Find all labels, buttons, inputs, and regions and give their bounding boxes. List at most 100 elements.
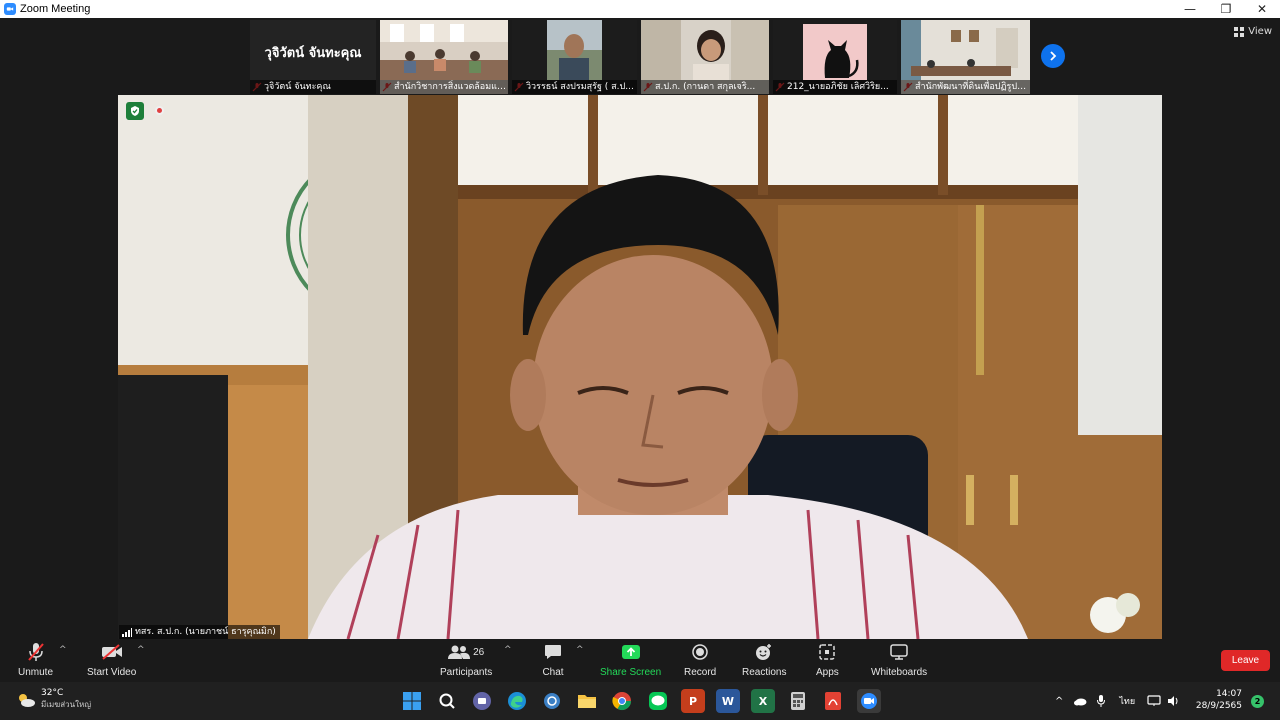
weather-widget[interactable]: 32°C มีเมฆส่วนใหญ่ (16, 688, 91, 711)
window-title: Zoom Meeting (20, 3, 91, 15)
view-button[interactable]: View (1234, 26, 1272, 37)
chat-caret-icon[interactable]: ^ (576, 645, 584, 655)
close-button[interactable]: ✕ (1244, 0, 1280, 18)
start-video-button[interactable]: Start Video (87, 641, 136, 678)
chat-label: Chat (542, 667, 564, 678)
window-titlebar: Zoom Meeting — ❐ ✕ (0, 0, 1280, 18)
pdf-reader-icon (825, 692, 841, 710)
participant-name: วิวรรธน์ สงปรมสุรัฐ ( ส.ป... (512, 80, 637, 94)
windows-taskbar: 32°C มีเมฆส่วนใหญ่ P W X ^ ไทย 14:07 28/… (0, 682, 1280, 720)
reactions-label: Reactions (742, 667, 787, 678)
video-options-caret-icon[interactable]: ^ (137, 645, 145, 655)
show-hidden-icons-caret-icon[interactable]: ^ (1055, 696, 1063, 707)
onedrive-cloud-icon[interactable] (1073, 696, 1087, 706)
participant-name: วุจิวัตน์ จันทะคุณ (250, 80, 376, 94)
edge-browser-icon (508, 692, 526, 710)
line-messenger-icon (649, 692, 667, 710)
leave-meeting-button[interactable]: Leave (1221, 650, 1270, 671)
meeting-toolbar: Unmute ^ Start Video ^ 26 Participants ^… (0, 639, 1280, 682)
participant-thumbnail[interactable]: วุจิวัตน์ จันทะคุณ วุจิวัตน์ จันทะคุณ (250, 20, 376, 94)
file-explorer-taskbar-button[interactable] (575, 689, 599, 713)
excel-taskbar-button[interactable]: X (751, 689, 775, 713)
whiteboards-button[interactable]: Whiteboards (871, 641, 927, 678)
microphone-icon[interactable] (1097, 695, 1106, 707)
participant-thumbnail[interactable]: ส.ป.ก. (กานดา สกุลเจริ... (641, 20, 769, 94)
view-label: View (1248, 26, 1272, 37)
participants-label: Participants (440, 667, 493, 678)
start-video-label: Start Video (87, 667, 137, 678)
line-taskbar-button[interactable] (646, 689, 670, 713)
speaker-video-frame (118, 95, 1162, 639)
chrome-browser-icon (612, 692, 631, 711)
word-taskbar-button[interactable]: W (716, 689, 740, 713)
participants-count: 26 (473, 646, 485, 658)
share-screen-icon (620, 641, 642, 663)
apps-label: Apps (816, 667, 839, 678)
chat-bubble-icon (542, 641, 564, 663)
speaker-name-text: ทสร. ส.ป.ก. (นายภาชน์ ธารุคุณมิก) (135, 627, 276, 637)
encryption-shield-icon[interactable] (126, 102, 144, 120)
participants-button[interactable]: 26 Participants (440, 641, 492, 678)
record-icon (689, 641, 711, 663)
volume-speaker-icon[interactable] (1167, 695, 1179, 707)
chevron-right-icon (1050, 51, 1057, 61)
zoom-taskbar-button[interactable] (857, 689, 881, 713)
participant-name: สำนักวิชาการสิ่งแวดล้อมและ (ส... (380, 80, 508, 94)
folder-icon (578, 695, 596, 708)
reactions-button[interactable]: Reactions (742, 641, 786, 678)
minimize-button[interactable]: — (1172, 0, 1208, 18)
recording-indicator-icon (155, 106, 164, 115)
participant-name: 212_นายอภิชัย เลิศวิริย... (773, 80, 897, 94)
signal-strength-icon (122, 628, 132, 637)
search-icon (439, 693, 455, 709)
input-language[interactable]: ไทย (1119, 694, 1135, 708)
zoom-app-taskbar-icon (861, 693, 877, 709)
participants-icon (448, 645, 471, 659)
participant-big-name: วุจิวัตน์ จันทะคุณ (264, 46, 362, 61)
audio-options-caret-icon[interactable]: ^ (59, 645, 67, 655)
teams-chat-taskbar-button[interactable] (470, 689, 494, 713)
powerpoint-taskbar-button[interactable]: P (681, 689, 705, 713)
clock-date: 28/9/2565 (1195, 701, 1242, 711)
acrobat-taskbar-button[interactable] (821, 689, 845, 713)
whiteboard-icon (888, 641, 910, 663)
zoom-app-icon (4, 3, 16, 15)
participant-thumbnail[interactable]: สำนักพัฒนาที่ดินเพื่อปฏิรูปที่... (901, 20, 1030, 94)
search-button[interactable] (435, 689, 459, 713)
participant-thumbnail[interactable]: วิวรรธน์ สงปรมสุรัฐ ( ส.ป... (512, 20, 637, 94)
chrome-taskbar-button[interactable] (610, 689, 634, 713)
maximize-button[interactable]: ❐ (1208, 0, 1244, 18)
network-monitor-icon[interactable] (1147, 695, 1161, 707)
record-button[interactable]: Record (684, 641, 716, 678)
unmute-label: Unmute (18, 667, 54, 678)
globe-settings-icon (544, 693, 560, 709)
temperature: 32°C (41, 688, 64, 698)
system-clock[interactable]: 14:07 28/9/2565 (1196, 688, 1242, 712)
system-tray: ^ ไทย (1055, 682, 1179, 720)
calculator-icon (791, 692, 805, 710)
edge-taskbar-button[interactable] (505, 689, 529, 713)
active-speaker-name: ทสร. ส.ป.ก. (นายภาชน์ ธารุคุณมิก) (119, 625, 280, 639)
teams-chat-icon (473, 692, 491, 710)
windows-logo-icon (403, 692, 421, 710)
share-screen-button[interactable]: Share Screen (600, 641, 661, 678)
weather-description: มีเมฆส่วนใหญ่ (41, 700, 92, 709)
participant-strip: วุจิวัตน์ จันทะคุณ วุจิวัตน์ จันทะคุณ สำ… (0, 18, 1280, 94)
calculator-taskbar-button[interactable] (786, 689, 810, 713)
participant-thumbnail[interactable]: สำนักวิชาการสิ่งแวดล้อมและ (ส... (380, 20, 508, 94)
active-speaker-video (118, 95, 1162, 639)
participant-thumbnail[interactable]: 212_นายอภิชัย เลิศวิริย... (773, 20, 897, 94)
apps-icon (816, 641, 838, 663)
next-page-button[interactable] (1041, 44, 1065, 68)
clock-time: 14:07 (1216, 689, 1242, 699)
control-panel-taskbar-button[interactable] (540, 689, 564, 713)
chat-button[interactable]: Chat (542, 641, 564, 678)
start-button[interactable] (400, 689, 424, 713)
participants-caret-icon[interactable]: ^ (504, 645, 512, 655)
record-label: Record (684, 667, 717, 678)
participant-name: สำนักพัฒนาที่ดินเพื่อปฏิรูปที่... (901, 80, 1030, 94)
unmute-button[interactable]: Unmute (18, 641, 53, 678)
video-off-icon (101, 641, 123, 663)
notification-count-badge[interactable]: 2 (1251, 695, 1264, 708)
apps-button[interactable]: Apps (816, 641, 839, 678)
